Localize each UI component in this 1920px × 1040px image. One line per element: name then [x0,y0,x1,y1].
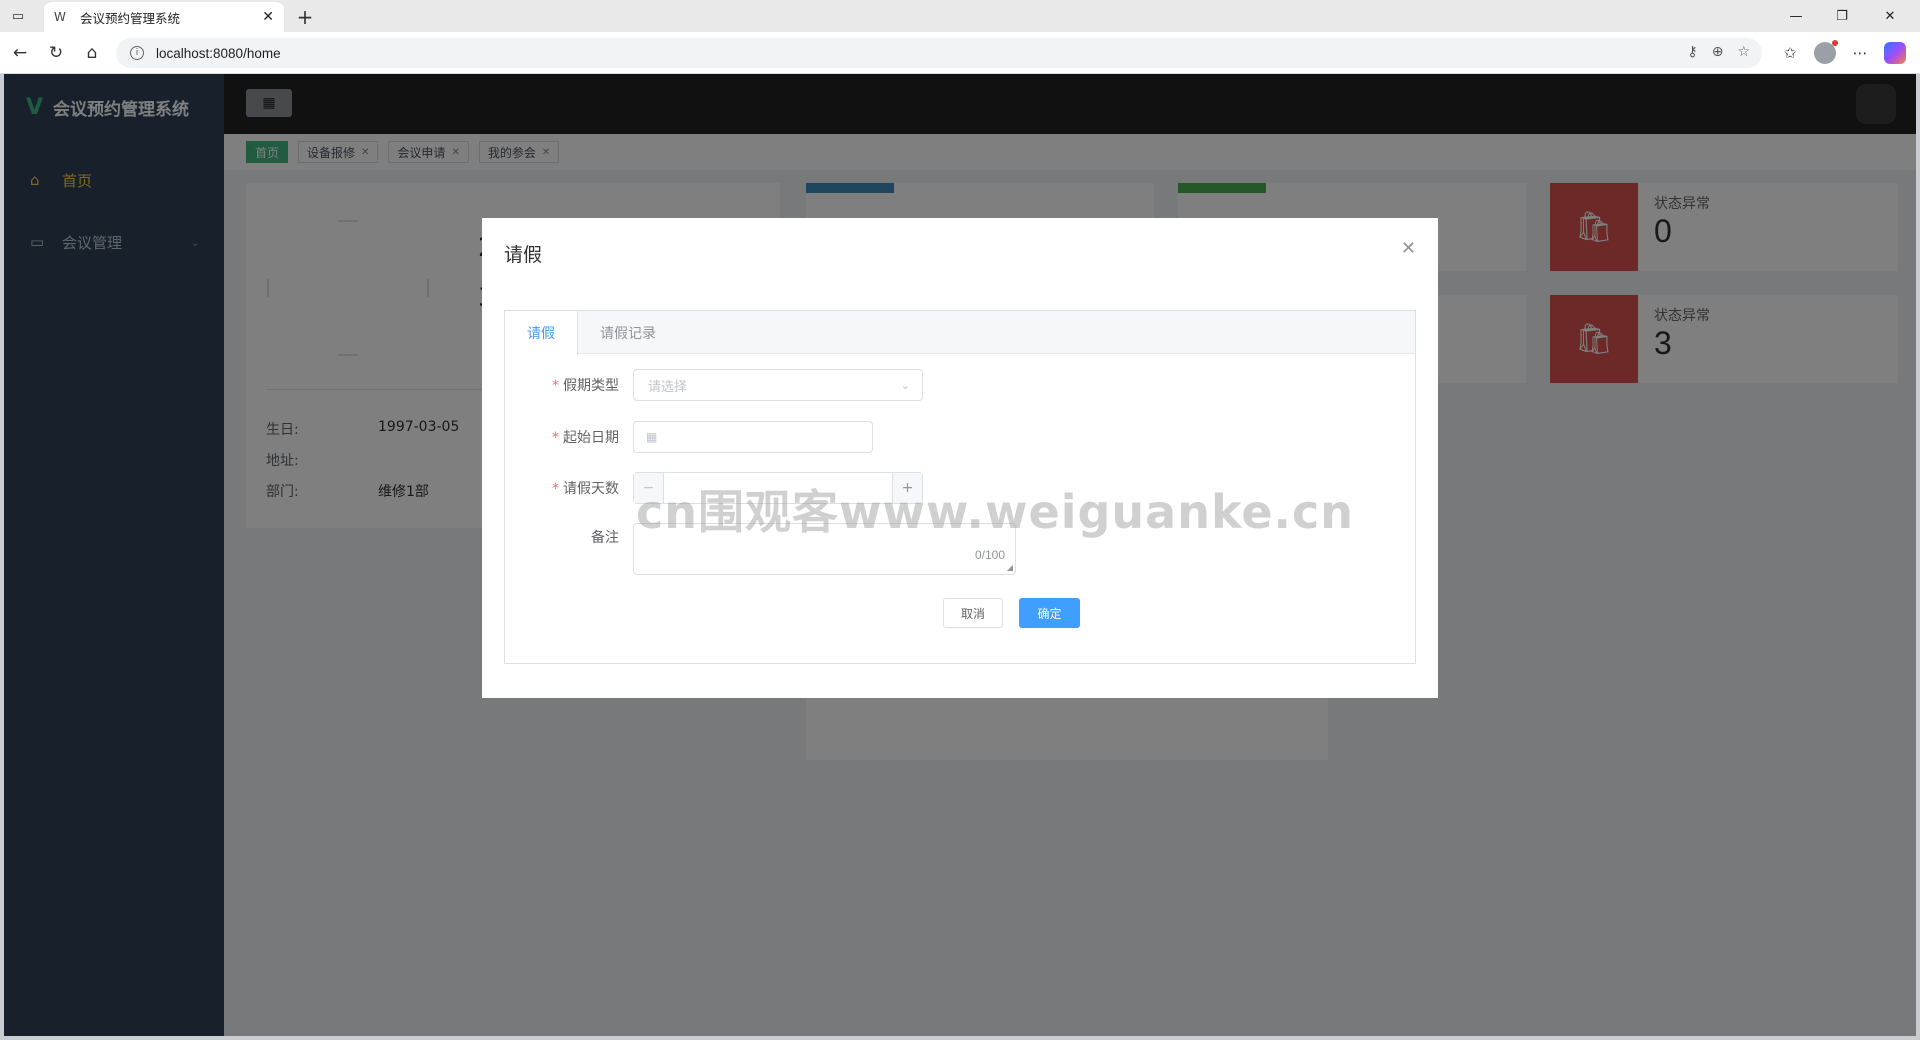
url-text[interactable]: localhost:8080/home [156,46,281,61]
calendar-icon: ▦ [646,430,658,444]
profile-avatar-icon[interactable] [1814,40,1838,64]
tab-leave-records[interactable]: 请假记录 [578,311,678,354]
restore-icon[interactable]: ❐ [1820,0,1864,32]
close-window-icon[interactable]: ✕ [1868,0,1912,32]
leave-type-row: * 假期类型 请选择 ⌄ [505,369,923,401]
start-date-label: * 起始日期 [552,430,619,446]
close-tab-icon[interactable]: ✕ [262,9,274,25]
cancel-button[interactable]: 取消 [943,598,1003,628]
leave-dialog: 请假 ✕ 请假 请假记录 * 假期类型 请选择 ⌄ * 起始日期 ▦ * 请假天数 −… [482,218,1438,698]
char-count: 0/100 [974,548,1005,562]
key-icon[interactable]: ⚷ [1687,44,1697,60]
remark-label: 备注 [591,530,619,546]
favicon-icon: W [54,10,66,24]
leave-type-select[interactable]: 请选择 ⌄ [633,369,923,401]
leave-type-label: * 假期类型 [552,378,619,394]
select-placeholder: 请选择 [648,379,688,395]
more-menu-icon[interactable]: ⋯ [1848,40,1872,66]
tab-actions-icon[interactable]: ▭ [8,6,28,26]
tab-leave[interactable]: 请假 [505,311,578,355]
copilot-icon[interactable] [1884,42,1906,64]
tabs-header: 请假 请假记录 [505,311,1415,355]
url-bar[interactable]: i localhost:8080/home ⚷ ⊕ ☆ [116,38,1762,68]
chevron-down-icon: ⌄ [900,378,910,392]
close-icon[interactable]: ✕ [1401,238,1416,259]
minimize-icon[interactable]: — [1774,0,1818,32]
favorite-star-icon[interactable]: ☆ [1737,44,1750,60]
reload-icon[interactable]: ↻ [42,40,70,66]
browser-tab-strip: ▭ W 会议预约管理系统 ✕ + — ❐ ✕ [0,0,1920,32]
favorites-icon[interactable]: ✩ [1778,40,1802,66]
start-date-picker[interactable]: ▦ [633,421,873,453]
new-tab-button[interactable]: + [292,4,318,30]
watermark-text: cn围观客www.weiguanke.cn [636,485,1355,539]
leave-days-label: * 请假天数 [552,481,619,497]
tab-title: 会议预约管理系统 [80,10,181,26]
start-date-row: * 起始日期 ▦ [505,421,873,453]
resize-grip-icon[interactable]: ◢ [1007,563,1013,572]
dialog-title: 请假 [504,244,543,266]
back-icon[interactable]: ← [6,40,34,66]
zoom-icon[interactable]: ⊕ [1712,44,1724,60]
browser-tab[interactable]: W 会议预约管理系统 ✕ [44,2,284,32]
site-info-icon[interactable]: i [130,46,144,60]
home-nav-icon[interactable]: ⌂ [78,40,106,66]
confirm-button[interactable]: 确定 [1019,598,1080,628]
address-toolbar: ← ↻ ⌂ i localhost:8080/home ⚷ ⊕ ☆ ✩ ⋯ [0,32,1920,74]
